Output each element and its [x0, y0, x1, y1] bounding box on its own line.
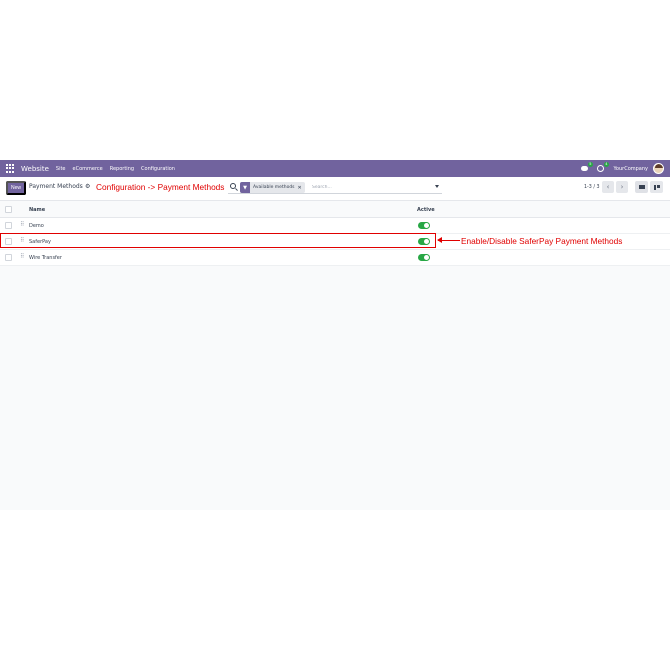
- control-panel: New Payment Methods ⚙ Configuration -> P…: [0, 177, 670, 201]
- messages-icon[interactable]: 5: [580, 162, 593, 173]
- new-button[interactable]: New: [6, 181, 26, 195]
- annotation-highlight-box: [0, 233, 436, 248]
- search-options-toggle-icon[interactable]: [435, 185, 439, 188]
- navbar-systray: 5 4 YourCompany: [573, 160, 664, 177]
- company-switcher[interactable]: YourCompany: [614, 166, 648, 172]
- facet-label: Available methods: [253, 185, 295, 190]
- active-toggle[interactable]: [418, 254, 430, 261]
- search-bar: ▼ Available methods ✕: [228, 182, 442, 194]
- kanban-view-button[interactable]: [650, 181, 663, 193]
- pager-next-button[interactable]: ›: [616, 181, 628, 193]
- annotation-toggle-note: Enable/Disable SaferPay Payment Methods: [461, 236, 623, 246]
- menu-item-reporting[interactable]: Reporting: [110, 166, 134, 172]
- annotation-arrow-icon: [437, 237, 460, 243]
- search-icon[interactable]: [230, 183, 236, 189]
- kanban-view-icon: [653, 184, 660, 190]
- active-toggle[interactable]: [418, 222, 430, 229]
- pager-value[interactable]: 1-3 / 3: [584, 185, 600, 190]
- drag-handle-icon[interactable]: ⠿: [20, 253, 24, 260]
- filter-facet: ▼ Available methods ✕: [240, 182, 305, 193]
- menu-item-configuration[interactable]: Configuration: [141, 166, 175, 172]
- drag-handle-icon[interactable]: ⠿: [20, 221, 24, 228]
- top-navbar: Website Site eCommerce Reporting Configu…: [0, 160, 670, 177]
- menu-item-ecommerce[interactable]: eCommerce: [73, 166, 103, 172]
- table-row[interactable]: ⠿ Wire Transfer: [0, 250, 670, 266]
- cell-name[interactable]: Demo: [29, 223, 44, 229]
- menu-item-site[interactable]: Site: [56, 166, 66, 172]
- list-view-button[interactable]: [635, 181, 648, 193]
- select-all-checkbox[interactable]: [5, 206, 12, 213]
- row-checkbox[interactable]: [5, 254, 12, 261]
- activities-counter: 4: [604, 162, 609, 167]
- annotation-config-path: Configuration -> Payment Methods: [96, 182, 225, 192]
- table-row[interactable]: ⠿ Demo: [0, 218, 670, 234]
- app-brand[interactable]: Website: [21, 165, 49, 173]
- gear-icon[interactable]: ⚙: [85, 183, 90, 190]
- cell-name[interactable]: Wire Transfer: [29, 255, 62, 261]
- column-header-name[interactable]: Name: [29, 207, 45, 213]
- breadcrumb: Payment Methods: [29, 183, 83, 190]
- app-window: Website Site eCommerce Reporting Configu…: [0, 160, 670, 510]
- facet-remove-icon[interactable]: ✕: [298, 185, 305, 191]
- apps-menu-icon[interactable]: [6, 163, 16, 174]
- column-header-active[interactable]: Active: [417, 207, 435, 213]
- search-input[interactable]: [312, 182, 422, 193]
- list-header: Name Active: [0, 202, 670, 218]
- filter-icon: ▼: [240, 182, 250, 193]
- messages-counter: 5: [588, 162, 593, 167]
- pager-previous-button[interactable]: ‹: [602, 181, 614, 193]
- list-view-icon: [638, 185, 645, 189]
- activity-clock-icon[interactable]: 4: [596, 162, 609, 173]
- user-avatar[interactable]: [653, 163, 664, 174]
- row-checkbox[interactable]: [5, 222, 12, 229]
